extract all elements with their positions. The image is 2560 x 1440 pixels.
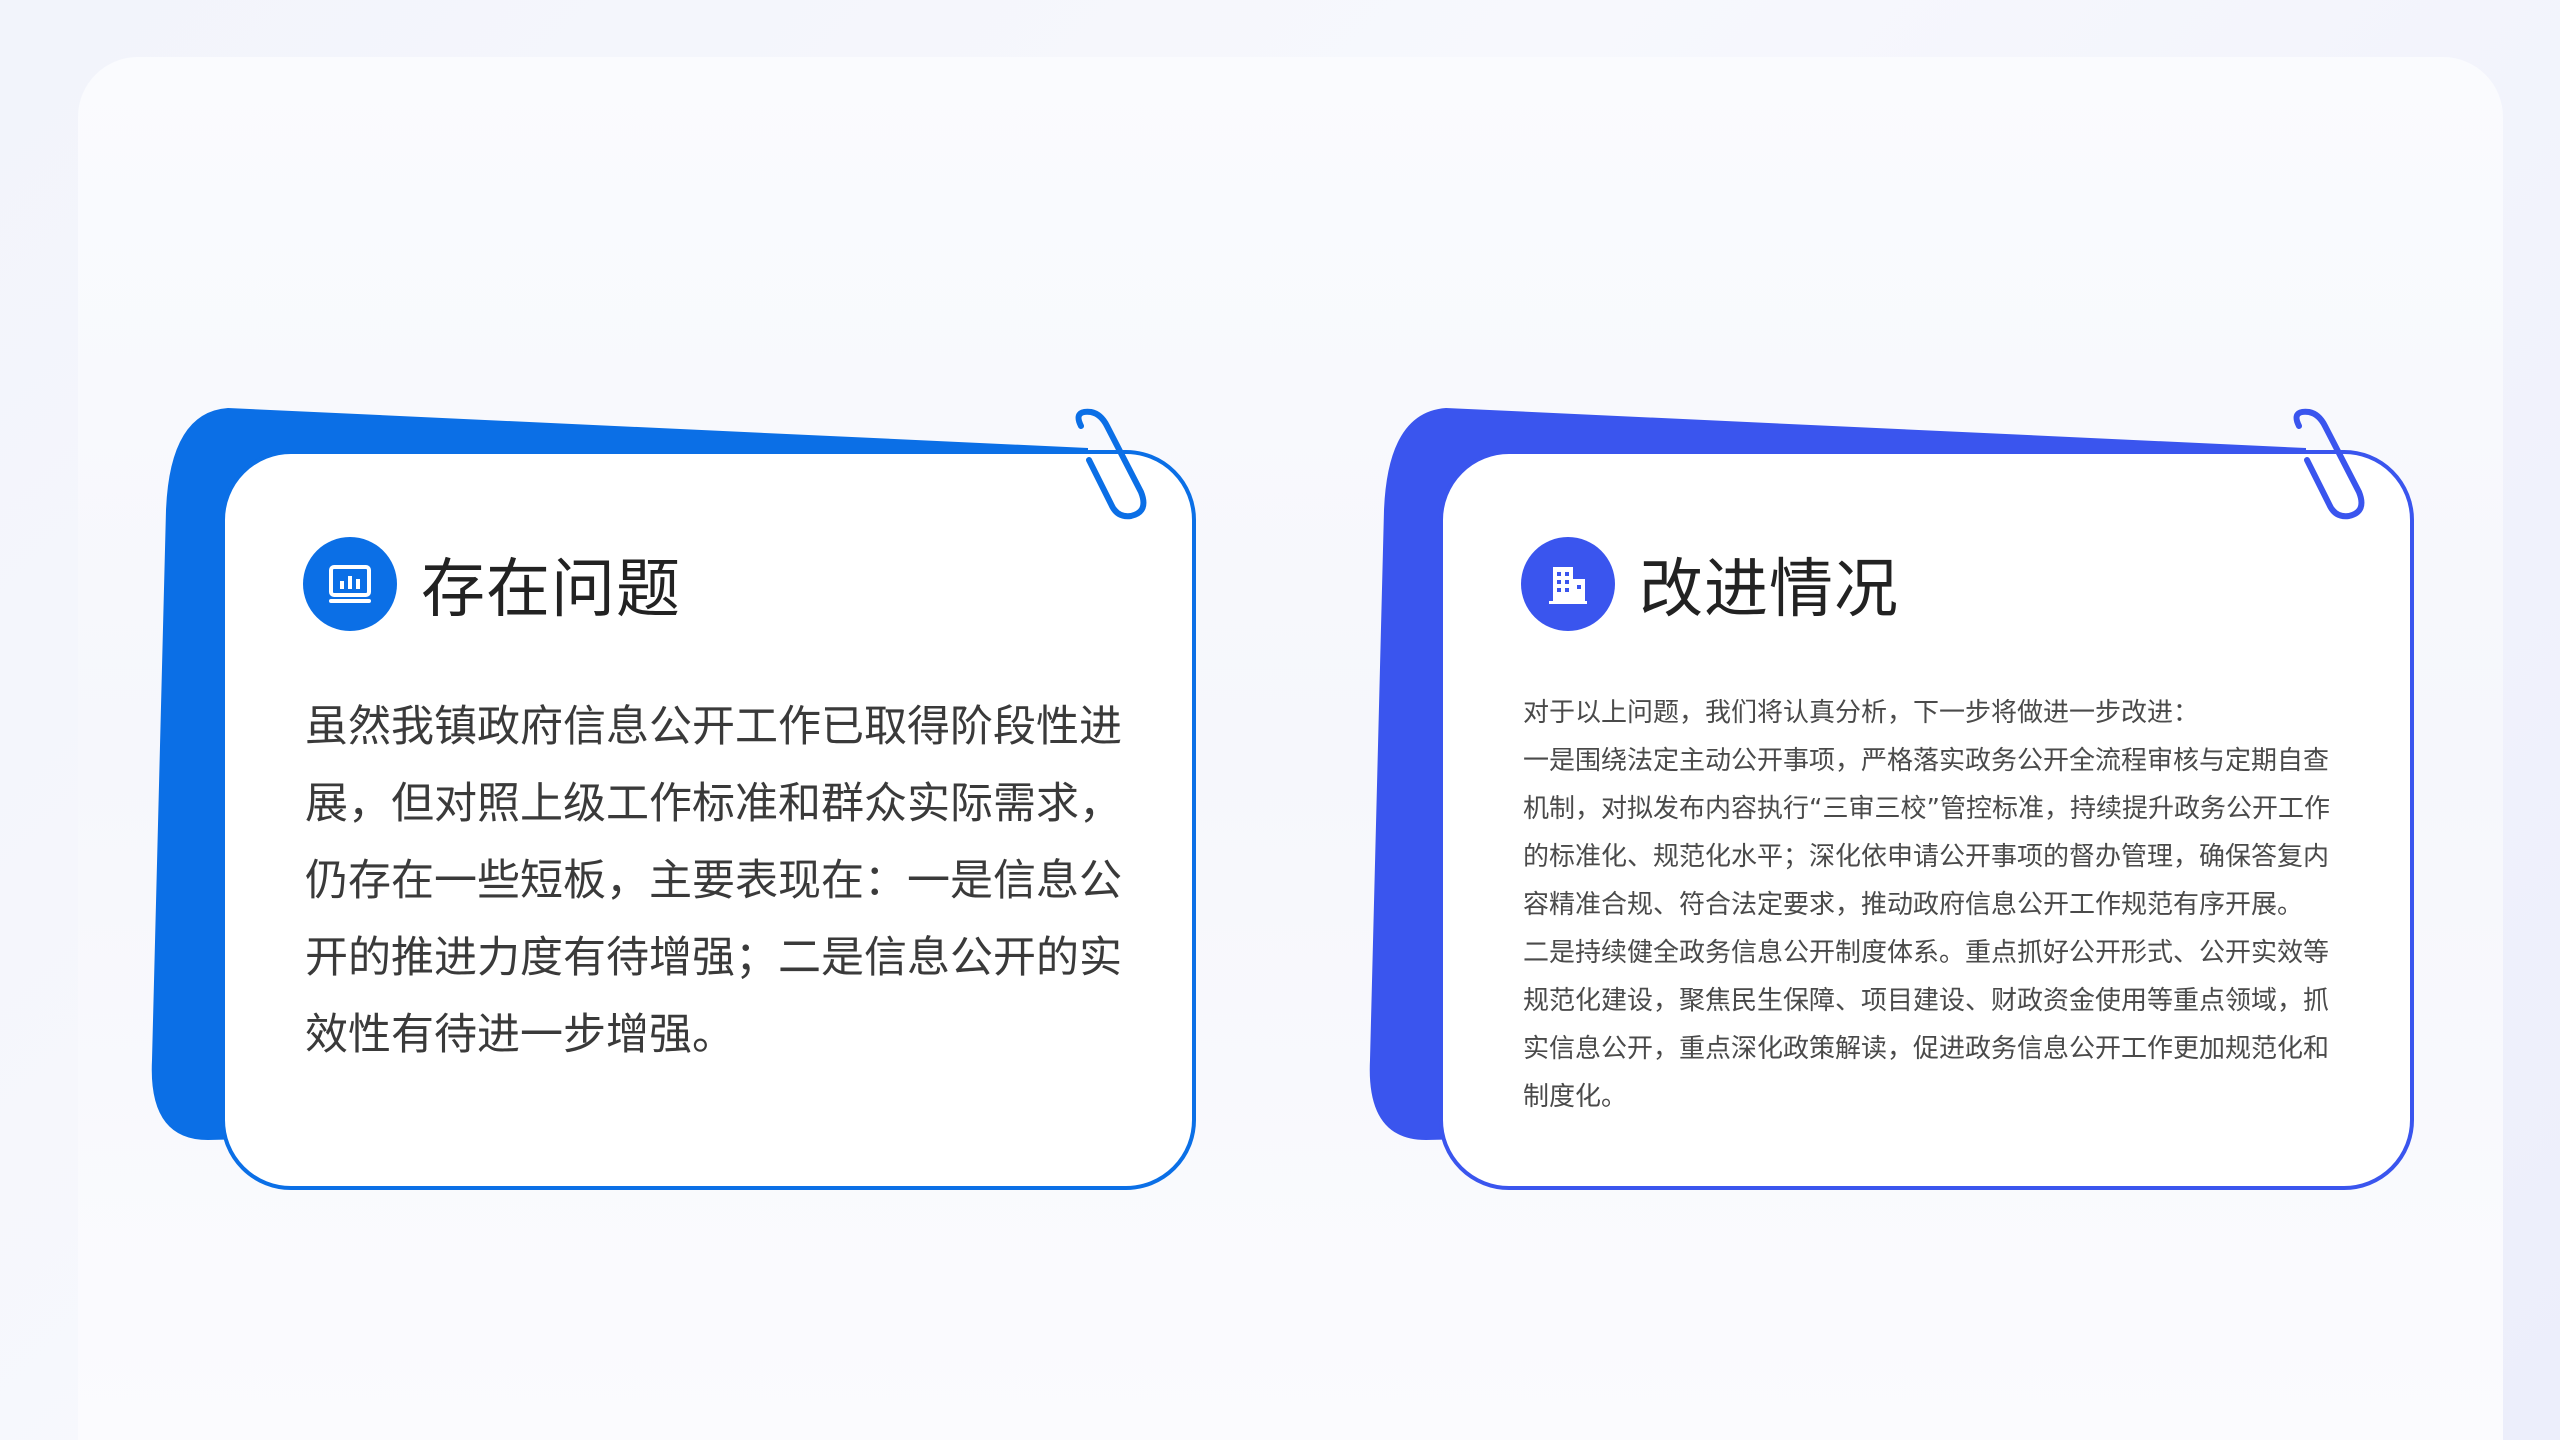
- building-icon: [1521, 537, 1615, 631]
- paperclip-icon: [1075, 408, 1147, 520]
- problems-card: 存在问题 虽然我镇政府信息公开工作已取得阶段性进展，但对照上级工作标准和群众实际…: [148, 400, 1208, 1200]
- improvements-text: 对于以上问题，我们将认真分析，下一步将做进一步改进： 一是围绕法定主动公开事项，…: [1523, 689, 2353, 1121]
- problems-title: 存在问题: [421, 553, 681, 627]
- paperclip-icon: [2293, 408, 2365, 520]
- problems-text: 虽然我镇政府信息公开工作已取得阶段性进展，但对照上级工作标准和群众实际需求，仍存…: [305, 702, 1122, 1060]
- improvements-card-header: 改进情况: [1521, 534, 1899, 634]
- improvements-intro: 对于以上问题，我们将认真分析，下一步将做进一步改进：: [1523, 698, 2200, 728]
- chart-screen-icon: [303, 537, 397, 631]
- improvements-card: 改进情况 对于以上问题，我们将认真分析，下一步将做进一步改进： 一是围绕法定主动…: [1366, 400, 2426, 1200]
- problems-card-header: 存在问题: [303, 534, 681, 634]
- problems-card-body: 存在问题 虽然我镇政府信息公开工作已取得阶段性进展，但对照上级工作标准和群众实际…: [221, 450, 1196, 1190]
- improvements-point-1: 一是围绕法定主动公开事项，严格落实政务公开全流程审核与定期自查机制，对拟发布内容…: [1523, 746, 2330, 920]
- improvements-point-2: 二是持续健全政务信息公开制度体系。重点抓好公开形式、公开实效等规范化建设，聚焦民…: [1523, 938, 2330, 1112]
- improvements-title: 改进情况: [1639, 553, 1899, 627]
- improvements-card-body: 改进情况 对于以上问题，我们将认真分析，下一步将做进一步改进： 一是围绕法定主动…: [1439, 450, 2414, 1190]
